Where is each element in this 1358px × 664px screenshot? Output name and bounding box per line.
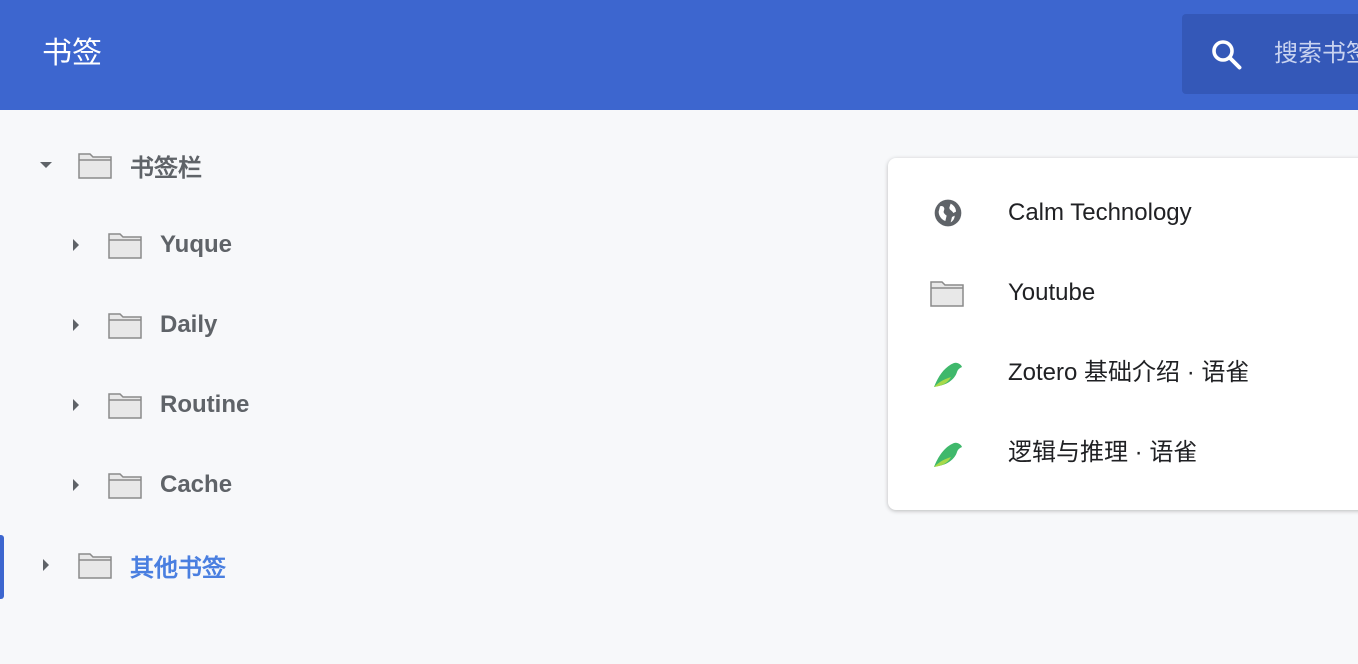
tree-item-label: Cache (160, 471, 233, 498)
expand-arrow-right-icon[interactable] (66, 235, 86, 255)
tree-item-bookmarks-bar[interactable]: 书签栏 (36, 135, 202, 195)
tree-item-label: Yuque (160, 231, 233, 258)
bookmark-title: Youtube (1008, 279, 1096, 306)
expand-arrow-right-icon[interactable] (66, 315, 86, 335)
search-input[interactable] (1274, 34, 1358, 74)
expand-arrow-right-icon[interactable] (66, 475, 86, 495)
search-box[interactable] (1182, 14, 1358, 94)
yuque-icon (934, 362, 962, 387)
yuque-icon (934, 442, 962, 467)
bookmark-folder-item[interactable]: Youtube (888, 253, 1358, 333)
page-title: 书签 (42, 37, 102, 70)
expand-arrow-right-icon[interactable] (36, 555, 56, 575)
tree-item-label: Routine (160, 391, 250, 418)
expand-arrow-down-icon[interactable] (36, 155, 56, 175)
tree-item-yuque[interactable]: Yuque (66, 215, 232, 275)
tree-item-label: 其他书签 (130, 554, 226, 582)
search-icon[interactable] (1208, 36, 1244, 72)
selection-indicator (0, 535, 4, 599)
bookmark-item[interactable]: Zotero 基础介绍 · 语雀 (888, 333, 1358, 413)
tree-item-daily[interactable]: Daily (66, 295, 217, 355)
folder-icon (108, 313, 142, 339)
bookmark-title: Zotero 基础介绍 · 语雀 (1008, 359, 1250, 386)
bookmark-title: Calm Technology (1008, 199, 1192, 226)
folder-icon (108, 473, 142, 499)
tree-item-routine[interactable]: Routine (66, 375, 249, 435)
bookmark-title: 逻辑与推理 · 语雀 (1008, 439, 1198, 466)
globe-icon (934, 199, 962, 227)
bookmark-item[interactable]: 逻辑与推理 · 语雀 (888, 413, 1358, 493)
tree-item-other-bookmarks[interactable]: 其他书签 (36, 535, 226, 595)
folder-icon (930, 281, 964, 307)
expand-arrow-right-icon[interactable] (66, 395, 86, 415)
folder-icon (78, 153, 112, 179)
tree-item-label: Daily (160, 311, 218, 338)
bookmark-item[interactable]: Calm Technology (888, 173, 1358, 253)
tree-item-label: 书签栏 (130, 154, 202, 182)
app-header: 书签 (0, 0, 1358, 110)
bookmark-list-panel: Calm Technology Youtube Zotero 基础介绍 · 语雀… (888, 158, 1358, 510)
folder-icon (108, 393, 142, 419)
tree-item-cache[interactable]: Cache (66, 455, 232, 515)
folder-icon (108, 233, 142, 259)
folder-icon (78, 553, 112, 579)
